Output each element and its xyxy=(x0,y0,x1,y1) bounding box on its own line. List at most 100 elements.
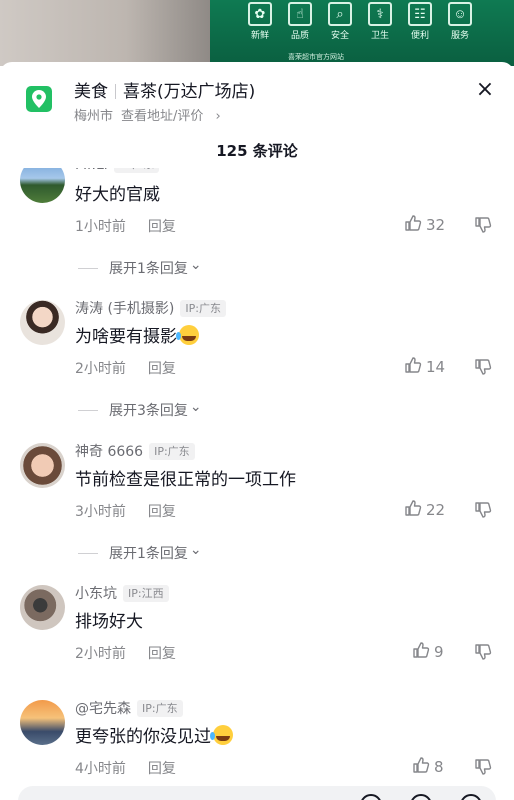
thumbs-down-icon[interactable] xyxy=(474,358,492,381)
comment-item: 涛涛 (手机摄影) IP:广东为啥要有摄影 2小时前 回复 14 展开3条回复 ⌄ xyxy=(0,298,514,438)
comment-meta: 2小时前 回复 xyxy=(75,358,176,378)
reply-button[interactable]: 回复 xyxy=(148,646,176,662)
store-sign: ✿ 新鲜 ☝ 品质 ⌕ 安全 ⚕ 卫生 ☷ 便利 ☺ 服务 喜荣超市官方网站 xyxy=(210,0,514,66)
comment-meta: 4小时前 回复 xyxy=(75,758,176,778)
reply-button[interactable]: 回复 xyxy=(148,504,176,520)
sign-item: ☷ 便利 xyxy=(406,2,434,41)
thumbs-down-icon[interactable] xyxy=(474,501,492,524)
cart-icon: ☷ xyxy=(408,2,432,26)
avatar[interactable] xyxy=(20,585,65,630)
sign-label: 服务 xyxy=(450,31,469,41)
avatar[interactable] xyxy=(20,300,65,345)
sign-item: ⌕ 安全 xyxy=(326,2,354,41)
like-count: 9 xyxy=(434,643,444,661)
magnifier-icon: ⌕ xyxy=(328,2,352,26)
comment-text: 为啥要有摄影 xyxy=(75,322,199,347)
avatar[interactable] xyxy=(20,700,65,745)
grape-icon: ✿ xyxy=(248,2,272,26)
sign-bottom-text: 喜荣超市官方网站 xyxy=(288,53,344,61)
ip-badge: IP:广东 xyxy=(180,300,226,317)
ip-badge: IP:广东 xyxy=(149,443,195,460)
comment-time: 2小时前 xyxy=(75,361,126,377)
comment-text: 排场好大 xyxy=(75,612,143,632)
avatar[interactable] xyxy=(20,168,65,203)
title-divider xyxy=(115,84,116,99)
comment-text: 更夸张的你没见过 xyxy=(75,722,233,747)
poi-title: 美食 喜茶(万达广场店) xyxy=(74,77,255,102)
comment-text: 好大的官威 xyxy=(75,185,160,205)
expand-replies-button[interactable]: 展开3条回复 ⌄ xyxy=(78,399,202,420)
sign-label: 安全 xyxy=(330,31,349,41)
like-button[interactable]: 8 xyxy=(412,756,444,778)
sign-label: 新鲜 xyxy=(250,31,269,41)
sign-item: ☝ 品质 xyxy=(286,2,314,41)
comment-item: Mr.LiIP:广东好大的官威 1小时前 回复 32 展开1条回复⌄ xyxy=(0,168,514,296)
sign-label: 便利 xyxy=(410,31,429,41)
microscope-icon: ⚕ xyxy=(368,2,392,26)
chevron-right-icon: › xyxy=(215,109,221,124)
thumbs-up-icon xyxy=(404,499,422,521)
thumbs-down-icon[interactable] xyxy=(474,758,492,781)
like-count: 8 xyxy=(434,758,444,776)
like-button[interactable]: 22 xyxy=(404,499,445,521)
video-background: ✿ 新鲜 ☝ 品质 ⌕ 安全 ⚕ 卫生 ☷ 便利 ☺ 服务 喜荣超市官方网站 xyxy=(0,0,514,66)
chevron-down-icon: ⌄ xyxy=(189,257,202,273)
like-count: 32 xyxy=(426,216,446,234)
poi-category: 美食 xyxy=(74,82,108,102)
close-icon[interactable]: × xyxy=(474,79,496,102)
like-count: 14 xyxy=(426,358,446,376)
view-address-link[interactable]: 查看地址/评价 › xyxy=(121,109,229,124)
thumbs-down-icon[interactable] xyxy=(474,643,492,666)
comment-author[interactable]: Mr.LiIP:广东 xyxy=(75,168,160,173)
like-count: 22 xyxy=(426,501,446,519)
comment-item: @宅先森 IP:广东更夸张的你没见过 4小时前 回复 8 xyxy=(0,698,514,800)
sign-item: ☺ 服务 xyxy=(446,2,474,41)
ip-badge: IP:江西 xyxy=(123,585,169,602)
avatar[interactable] xyxy=(20,443,65,488)
comment-meta: 2小时前 回复 xyxy=(75,643,176,663)
comment-author[interactable]: 神奇 6666 IP:广东 xyxy=(75,441,195,461)
rofl-emoji-icon xyxy=(176,325,199,345)
comment-meta: 3小时前 回复 xyxy=(75,501,176,521)
ip-badge: IP:广东 xyxy=(113,168,160,173)
chevron-down-icon: ⌄ xyxy=(189,542,202,558)
ip-badge: IP:广东 xyxy=(137,700,183,717)
expand-replies-button[interactable]: 展开1条回复 ⌄ xyxy=(78,257,202,278)
divider-line xyxy=(78,409,98,411)
sign-label: 卫生 xyxy=(370,31,389,41)
comment-author[interactable]: 小东坑 IP:江西 xyxy=(75,583,169,603)
comment-text: 节前检查是很正常的一项工作 xyxy=(75,470,296,490)
wall-background xyxy=(0,0,210,66)
comment-item: 神奇 6666 IP:广东节前检查是很正常的一项工作 3小时前 回复 22 展开1条回复 ⌄ xyxy=(0,441,514,581)
like-button[interactable]: 9 xyxy=(412,641,444,663)
reply-button[interactable]: 回复 xyxy=(148,761,176,777)
comment-time: 4小时前 xyxy=(75,761,126,777)
thumbs-up-icon xyxy=(412,641,430,663)
comment-meta: 1小时前 回复 xyxy=(75,216,176,236)
thumbs-down-icon[interactable] xyxy=(474,216,492,239)
smile-icon: ☺ xyxy=(448,2,472,26)
thumbs-up-icon: ☝ xyxy=(288,2,312,26)
comment-time: 1小时前 xyxy=(75,219,126,235)
thumbs-up-icon xyxy=(412,756,430,778)
poi-city: 梅州市 xyxy=(74,109,114,124)
sign-item: ✿ 新鲜 xyxy=(246,2,274,41)
sign-item: ⚕ 卫生 xyxy=(366,2,394,41)
expand-replies-button[interactable]: 展开1条回复 ⌄ xyxy=(78,542,202,563)
rofl-emoji-icon xyxy=(210,725,233,745)
comment-author[interactable]: @宅先森 IP:广东 xyxy=(75,698,183,718)
thumbs-up-icon xyxy=(404,356,422,378)
poi-card[interactable]: 美食 喜茶(万达广场店) 梅州市 查看地址/评价 › × xyxy=(0,62,514,134)
comment-sheet: 美食喜茶(万达广场店) 梅州市查看地址/评价 › × 125 条评论 Mr.Li… xyxy=(0,62,514,800)
like-button[interactable]: 32 xyxy=(404,214,445,236)
reply-button[interactable]: 回复 xyxy=(148,219,176,235)
poi-name: 喜茶(万达广场店) xyxy=(123,82,256,102)
comment-list[interactable]: Mr.LiIP:广东好大的官威1小时前回复32展开1条回复⌄涛涛 (手机摄影)I… xyxy=(0,168,514,800)
comment-time: 2小时前 xyxy=(75,646,126,662)
reply-button[interactable]: 回复 xyxy=(148,361,176,377)
divider-line xyxy=(78,552,98,554)
comment-author[interactable]: 涛涛 (手机摄影) IP:广东 xyxy=(75,298,226,318)
poi-subtitle: 梅州市 查看地址/评价 › xyxy=(74,105,237,124)
divider-line xyxy=(78,267,98,269)
like-button[interactable]: 14 xyxy=(404,356,445,378)
